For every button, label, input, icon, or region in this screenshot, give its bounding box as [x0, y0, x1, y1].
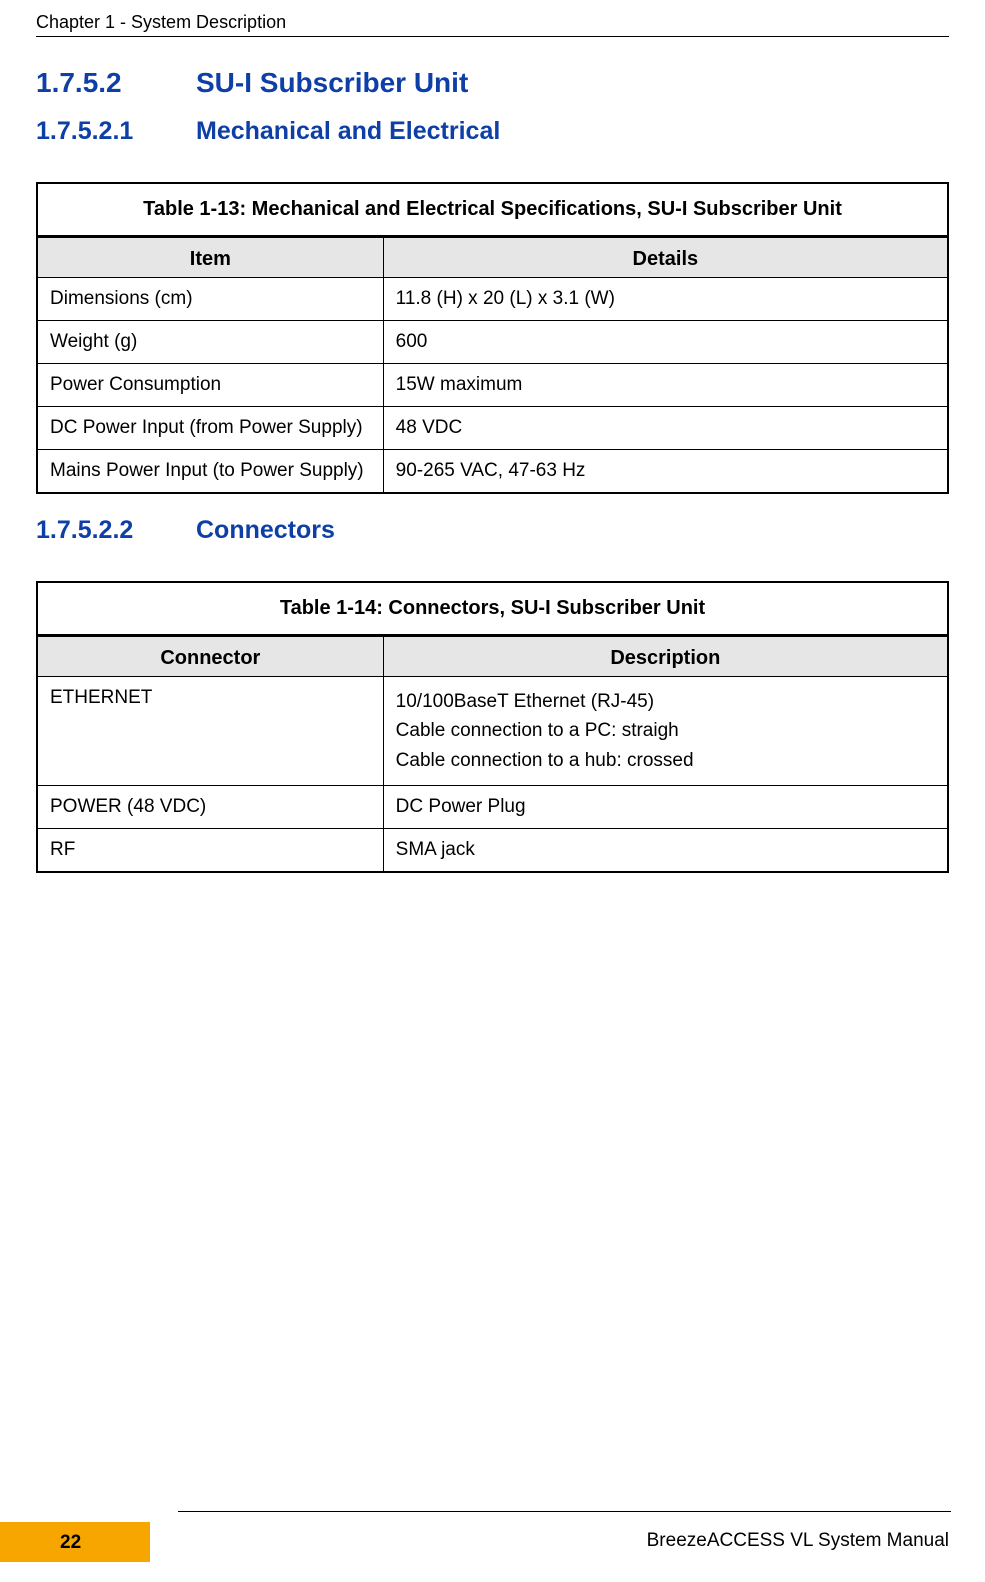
desc-line: Cable connection to a hub: crossed — [396, 746, 935, 775]
table-row: RF SMA jack — [37, 829, 948, 873]
cell-details: 90-265 VAC, 47-63 Hz — [383, 450, 948, 494]
desc-line: Cable connection to a PC: straigh — [396, 716, 935, 745]
table-row: POWER (48 VDC) DC Power Plug — [37, 786, 948, 829]
cell-details: 600 — [383, 321, 948, 364]
table-1-14: Table 1-14: Connectors, SU-I Subscriber … — [36, 581, 949, 873]
cell-item: Mains Power Input (to Power Supply) — [37, 450, 383, 494]
cell-description: 10/100BaseT Ethernet (RJ-45) Cable conne… — [383, 677, 948, 786]
heading-1752: 1.7.5.2SU-I Subscriber Unit — [36, 67, 949, 99]
desc-line: 10/100BaseT Ethernet (RJ-45) — [396, 687, 935, 716]
table-header-item: Item — [37, 237, 383, 278]
cell-details: 15W maximum — [383, 364, 948, 407]
heading-text: Mechanical and Electrical — [196, 117, 500, 145]
header-rule — [36, 36, 949, 37]
heading-number: 1.7.5.2.2 — [36, 516, 196, 545]
cell-description: SMA jack — [383, 829, 948, 873]
footer-title: BreezeACCESS VL System Manual — [647, 1530, 949, 1552]
table-1-13: Table 1-13: Mechanical and Electrical Sp… — [36, 182, 949, 494]
heading-17521: 1.7.5.2.1Mechanical and Electrical — [36, 117, 949, 146]
cell-item: Dimensions (cm) — [37, 278, 383, 321]
heading-17522: 1.7.5.2.2Connectors — [36, 516, 949, 545]
table-row: Weight (g) 600 — [37, 321, 948, 364]
cell-item: DC Power Input (from Power Supply) — [37, 407, 383, 450]
heading-text: SU-I Subscriber Unit — [196, 67, 468, 98]
cell-description: DC Power Plug — [383, 786, 948, 829]
cell-details: 11.8 (H) x 20 (L) x 3.1 (W) — [383, 278, 948, 321]
table-caption: Table 1-13: Mechanical and Electrical Sp… — [36, 182, 949, 236]
table-row: DC Power Input (from Power Supply) 48 VD… — [37, 407, 948, 450]
cell-details: 48 VDC — [383, 407, 948, 450]
cell-connector: POWER (48 VDC) — [37, 786, 383, 829]
page-number: 22 — [60, 1532, 81, 1554]
table-row: Power Consumption 15W maximum — [37, 364, 948, 407]
table-header-connector: Connector — [37, 636, 383, 677]
cell-connector: ETHERNET — [37, 677, 383, 786]
table-row: Dimensions (cm) 11.8 (H) x 20 (L) x 3.1 … — [37, 278, 948, 321]
table-row: Mains Power Input (to Power Supply) 90-2… — [37, 450, 948, 494]
table-header-details: Details — [383, 237, 948, 278]
table-caption: Table 1-14: Connectors, SU-I Subscriber … — [36, 581, 949, 635]
table-header-description: Description — [383, 636, 948, 677]
cell-connector: RF — [37, 829, 383, 873]
page-footer: 22 BreezeACCESS VL System Manual — [0, 1511, 985, 1562]
heading-number: 1.7.5.2.1 — [36, 117, 196, 146]
cell-item: Power Consumption — [37, 364, 383, 407]
footer-rule — [178, 1511, 951, 1512]
cell-item: Weight (g) — [37, 321, 383, 364]
heading-number: 1.7.5.2 — [36, 67, 196, 99]
heading-text: Connectors — [196, 516, 335, 544]
running-header: Chapter 1 - System Description — [36, 12, 949, 33]
table-row: ETHERNET 10/100BaseT Ethernet (RJ-45) Ca… — [37, 677, 948, 786]
